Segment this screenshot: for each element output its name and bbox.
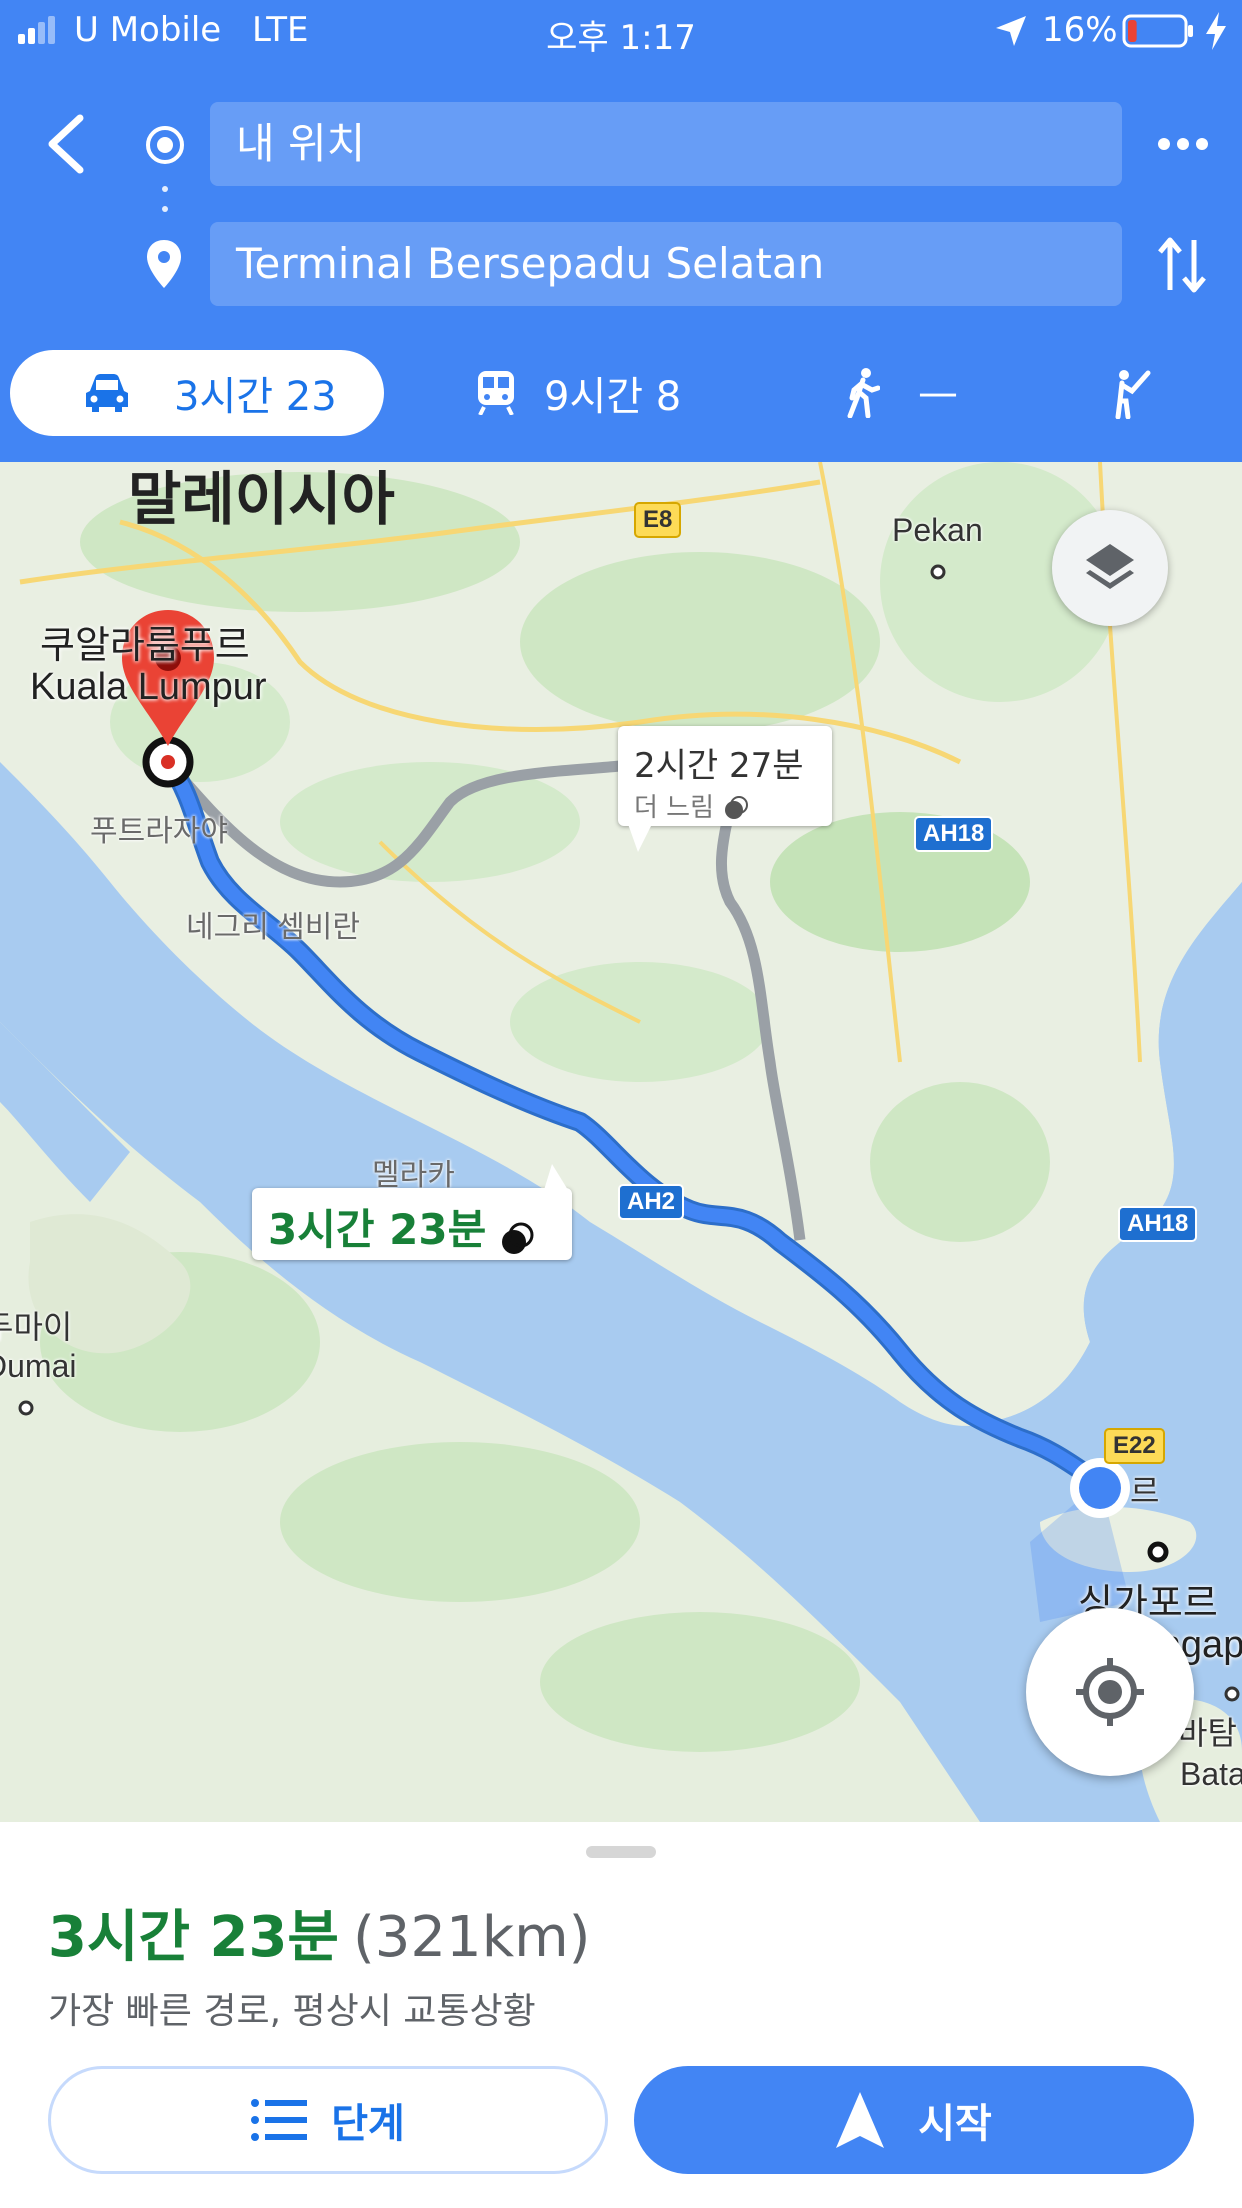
map-label-dumai-korean: 두마이	[0, 1309, 73, 1345]
route-duration: 3시간 23분	[48, 1905, 339, 1970]
map-label-kl-korean: 쿠알라룸푸르	[40, 625, 250, 667]
tab-ride-hailing[interactable]	[1110, 350, 1154, 436]
battery-icon	[1122, 14, 1193, 48]
map-label-putrajaya: 푸트라자야	[90, 815, 228, 848]
car-icon	[86, 374, 128, 412]
list-icon	[251, 2099, 308, 2141]
map-label-johor-partial: 르	[1130, 1473, 1160, 1509]
ride-hail-icon	[1115, 370, 1151, 419]
navigation-arrow-icon	[836, 2092, 885, 2148]
shield-e8: E8	[634, 502, 682, 538]
destination-field[interactable]: Terminal Bersepadu Selatan	[210, 222, 1122, 306]
battery-percent: 16%	[1042, 10, 1118, 50]
walk-icon	[847, 368, 880, 418]
map-view[interactable]: 말레이시아 쿠알라룸푸르 Kuala Lumpur 푸트라자야 네그리 셈비란 …	[0, 462, 1242, 1822]
route-description: 가장 빠른 경로, 평상시 교통상황	[48, 1991, 536, 2032]
tab-walking[interactable]: —	[846, 350, 958, 436]
sheet-drag-handle[interactable]	[586, 1846, 656, 1858]
charging-bolt-icon	[1206, 12, 1226, 50]
route-connector-icon	[162, 186, 168, 216]
directions-header: U Mobile LTE 오후 1:17 16% 내 위치 Terminal B…	[0, 0, 1242, 462]
shield-e22: E22	[1104, 1428, 1165, 1464]
map-label-kl-english: Kuala Lumpur	[30, 666, 267, 708]
origin-icon	[146, 126, 184, 164]
map-label-dumai-english: Dumai	[0, 1348, 77, 1384]
status-bar: U Mobile LTE 오후 1:17 16%	[0, 0, 1242, 62]
alt-route-duration: 2시간 27분	[634, 746, 804, 786]
destination-pin-icon	[147, 240, 181, 288]
map-layers-button[interactable]	[1052, 510, 1168, 626]
map-label-pekan: Pekan	[892, 512, 983, 548]
main-route-duration: 3시간 23분	[268, 1205, 487, 1254]
origin-field[interactable]: 내 위치	[210, 102, 1122, 186]
steps-button[interactable]: 단계	[48, 2066, 608, 2174]
swap-endpoints-button[interactable]	[1156, 236, 1208, 294]
start-button-label: 시작	[918, 2101, 992, 2147]
tab-walking-label: —	[918, 370, 958, 416]
travel-mode-tabs: 3시간 23 9시간 8 —	[0, 350, 1242, 440]
crosshair-icon	[1076, 1658, 1144, 1726]
shield-ah18-top: AH18	[914, 816, 994, 852]
alt-route-callout[interactable]: 2시간 27분 더 느림	[618, 726, 832, 852]
main-route-callout[interactable]: 3시간 23분	[252, 1164, 572, 1260]
location-arrow-icon	[996, 16, 1026, 46]
more-options-button[interactable]	[1158, 138, 1208, 152]
map-label-country: 말레이시아	[128, 467, 395, 532]
layers-icon	[1086, 544, 1134, 589]
route-summary: 3시간 23분 (321km)	[48, 1892, 591, 1973]
route-distance: (321km)	[352, 1905, 591, 1970]
train-icon	[478, 371, 514, 415]
toll-icon	[502, 1222, 534, 1254]
route-summary-sheet: 3시간 23분 (321km) 가장 빠른 경로, 평상시 교통상황 단계 시작	[0, 1822, 1242, 2208]
steps-button-label: 단계	[331, 2101, 405, 2147]
start-navigation-button[interactable]: 시작	[634, 2066, 1194, 2174]
tab-driving[interactable]: 3시간 23	[10, 350, 384, 436]
tab-transit[interactable]: 9시간 8	[476, 350, 681, 436]
shield-ah2: AH2	[618, 1184, 685, 1220]
map-label-batam-english: Batam	[1180, 1756, 1242, 1792]
shield-ah18-bottom: AH18	[1118, 1206, 1198, 1242]
map-label-negeri: 네그리 셈비란	[186, 911, 360, 944]
toll-icon	[725, 795, 749, 819]
alt-route-note: 더 느림	[634, 793, 715, 823]
tab-transit-label: 9시간 8	[544, 374, 682, 420]
tab-driving-label: 3시간 23	[174, 374, 337, 420]
back-button[interactable]	[40, 112, 94, 176]
my-location-button[interactable]	[1026, 1608, 1194, 1776]
